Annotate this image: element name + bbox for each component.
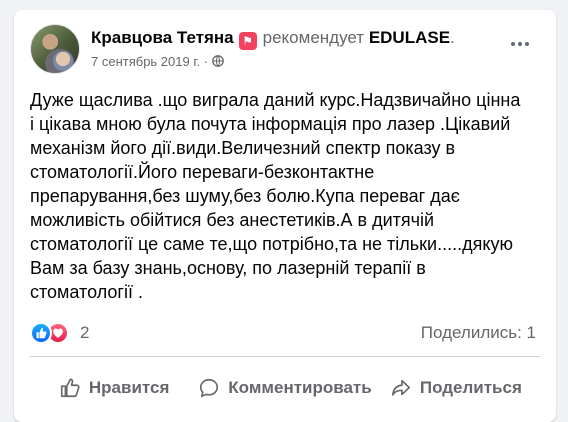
more-options-button[interactable] — [506, 32, 534, 56]
comment-button-label: Комментировать — [228, 378, 372, 397]
comment-button[interactable]: Комментировать — [198, 366, 372, 410]
reaction-count[interactable]: 2 — [80, 323, 89, 343]
post-author-line: Кравцова Тетяна ⚑ рекомендует EDULASE. — [91, 27, 455, 50]
post-header: Кравцова Тетяна ⚑ рекомендует EDULASE. 7 с… — [30, 24, 542, 80]
shares-count[interactable]: Поделились: 1 — [421, 323, 536, 343]
more-horizontal-icon — [511, 42, 515, 46]
more-horizontal-icon — [525, 42, 529, 46]
like-reaction-icon[interactable] — [30, 322, 52, 344]
post-body-text: Дуже щаслива .що виграла даний курс.Надз… — [30, 90, 521, 302]
like-button[interactable]: Нравится — [30, 366, 198, 410]
post-meta: 7 сентябрь 2019 г. · — [91, 53, 224, 71]
thumbs-up-icon — [36, 327, 47, 339]
share-button[interactable]: Поделиться — [372, 366, 540, 410]
author-name[interactable]: Кравцова Тетяна — [91, 28, 234, 47]
heart-icon — [53, 328, 63, 338]
thumbs-up-icon — [60, 378, 80, 398]
globe-icon[interactable] — [211, 55, 224, 67]
recommend-flag-icon: ⚑ — [238, 32, 257, 50]
page-name-link[interactable]: EDULASE — [369, 28, 450, 47]
action-bar: Нравится Комментировать Поделиться — [30, 366, 540, 410]
post-date[interactable]: 7 сентябрь 2019 г. — [91, 54, 200, 69]
divider — [30, 356, 540, 357]
page-name-suffix: . — [450, 28, 455, 47]
reactions-bar: 2 Поделились: 1 — [30, 322, 540, 346]
more-horizontal-icon — [518, 42, 522, 46]
speech-bubble-icon — [200, 378, 219, 398]
like-button-label: Нравится — [88, 378, 170, 397]
avatar[interactable] — [30, 24, 80, 74]
recommends-label: рекомендует — [262, 28, 365, 47]
share-arrow-icon — [391, 379, 410, 396]
meta-separator: · — [200, 54, 212, 69]
post-card: Кравцова Тетяна ⚑ рекомендует EDULASE. 7 с… — [14, 10, 556, 422]
share-button-label: Поделиться — [419, 378, 522, 397]
avatar-photo — [53, 51, 73, 71]
